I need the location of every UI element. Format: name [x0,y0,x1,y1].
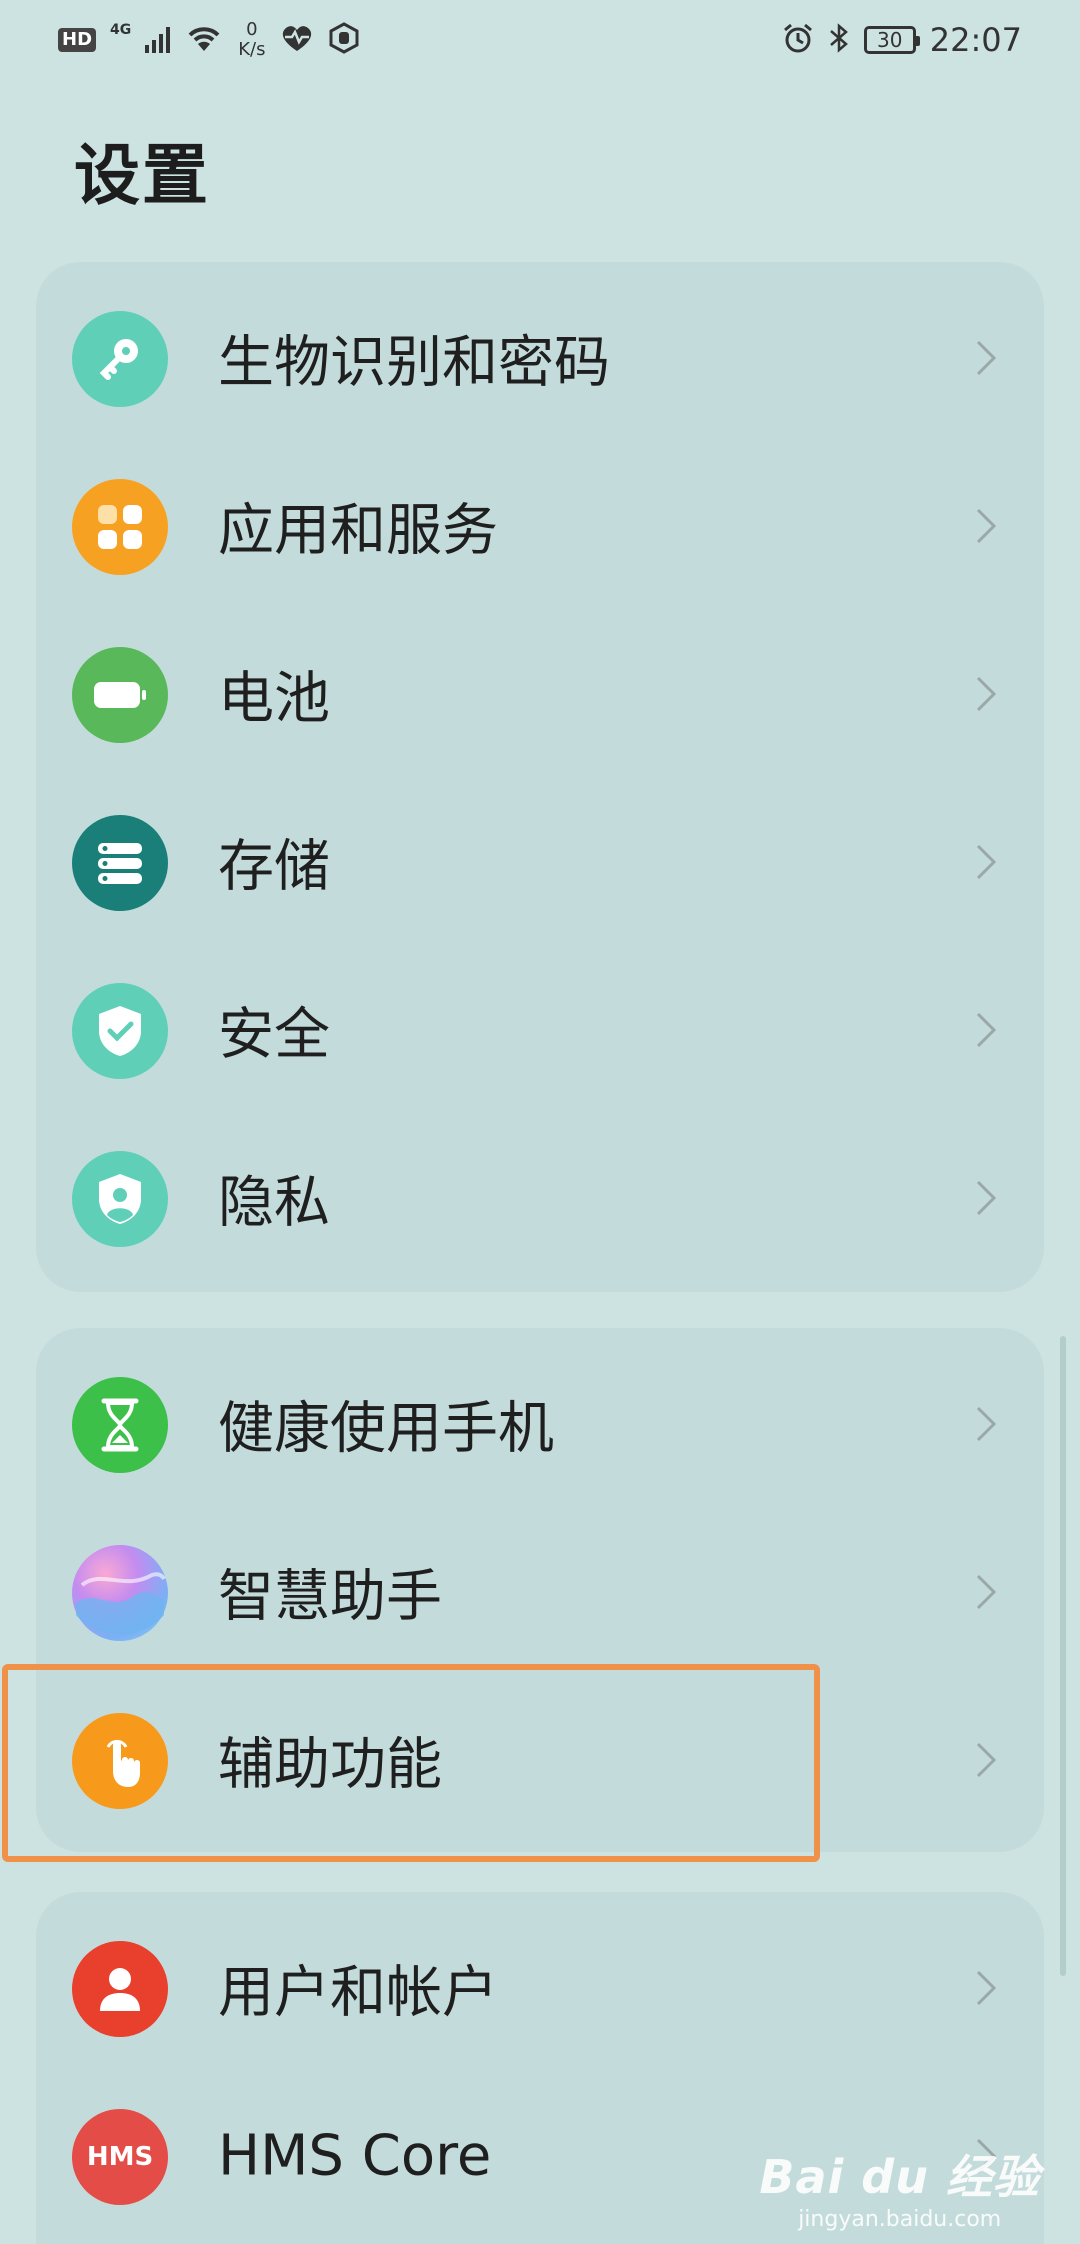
item-label: 安全 [218,1002,330,1068]
item-label: 隐私 [218,1170,330,1236]
net-speed-unit: K/s [238,39,266,60]
privacy-shield-icon [72,1151,168,1247]
clock: 22:07 [929,21,1022,59]
status-left: HD 4G 0 K/s [58,20,360,60]
storage-icon [72,815,168,911]
chevron-right-icon [972,672,1000,716]
page-title: 设置 [74,137,210,214]
status-bar: HD 4G 0 K/s 30 22:07 [0,0,1080,80]
scrollbar[interactable] [1060,1336,1066,1976]
watermark: Bai du 经验 jingyan.baidu.com [759,2141,1040,2232]
chevron-right-icon [972,1738,1000,1782]
key-icon [72,311,168,407]
hourglass-icon [72,1377,168,1473]
chevron-right-icon [972,1966,1000,2010]
item-label: 用户和帐户 [218,1960,498,2026]
chevron-right-icon [972,1402,1000,1446]
settings-item-security[interactable]: 安全 [36,946,1044,1114]
chevron-right-icon [972,504,1000,548]
settings-item-battery[interactable]: 电池 [36,610,1044,778]
watermark-url: jingyan.baidu.com [798,2207,1002,2232]
hand-shield-icon [328,22,360,58]
wifi-icon [184,23,224,57]
assistant-icon [72,1545,168,1641]
item-label: HMS Core [218,2123,492,2189]
chevron-right-icon [972,1176,1000,1220]
settings-item-storage[interactable]: 存储 [36,778,1044,946]
chevron-right-icon [972,1008,1000,1052]
bluetooth-icon [828,22,850,58]
settings-item-users-accounts[interactable]: 用户和帐户 [36,1904,1044,2072]
highlight-box [2,1664,820,1862]
hms-icon: HMS [72,2109,168,2205]
watermark-logo: Bai du 经验 [759,2150,1040,2204]
hms-icon-text: HMS [86,2142,154,2172]
signal-icon [145,27,171,53]
battery-status-icon: 30 [863,26,920,54]
item-label: 电池 [218,666,330,732]
item-label: 生物识别和密码 [218,330,610,396]
user-icon [72,1941,168,2037]
settings-item-biometrics[interactable]: 生物识别和密码 [36,274,1044,442]
item-label: 智慧助手 [218,1564,442,1630]
hd-badge: HD [58,28,97,52]
item-label: 存储 [218,834,330,900]
item-label: 应用和服务 [218,498,498,564]
chevron-right-icon [972,840,1000,884]
network-type: 4G [110,22,132,38]
settings-item-digital-balance[interactable]: 健康使用手机 [36,1340,1044,1508]
settings-group-1: 生物识别和密码 应用和服务 电池 存储 安全 隐私 [36,262,1044,1292]
status-right: 30 22:07 [782,21,1022,59]
battery-level: 30 [877,28,903,52]
shield-check-icon [72,983,168,1079]
net-speed-value: 0 [246,19,258,40]
settings-item-privacy[interactable]: 隐私 [36,1114,1044,1282]
net-speed: 0 K/s [238,20,265,60]
heart-rate-icon [280,23,314,57]
alarm-icon [782,22,814,58]
chevron-right-icon [972,336,1000,380]
settings-item-apps[interactable]: 应用和服务 [36,442,1044,610]
apps-grid-icon [72,479,168,575]
settings-item-assistant[interactable]: 智慧助手 [36,1508,1044,1676]
chevron-right-icon [972,1570,1000,1614]
battery-icon [72,647,168,743]
item-label: 健康使用手机 [218,1396,554,1462]
